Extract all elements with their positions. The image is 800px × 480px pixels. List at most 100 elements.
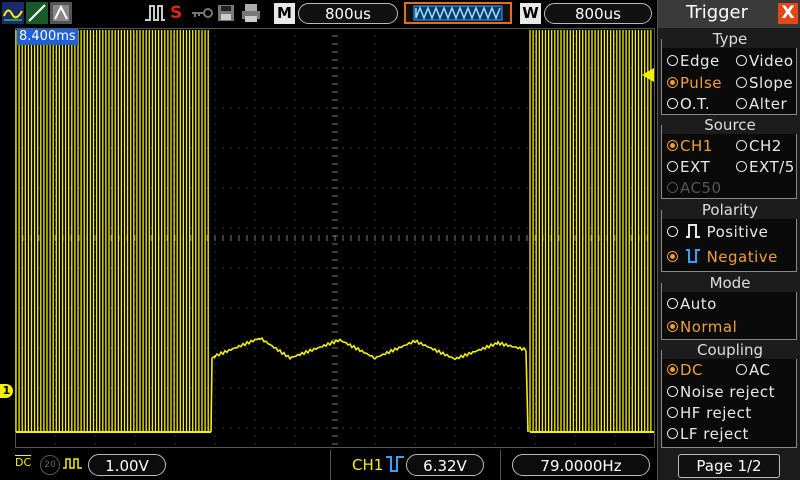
coupling-option-noise-reject[interactable]: Noise reject <box>667 383 775 401</box>
grid-dot <box>94 443 96 445</box>
type-option-ot[interactable]: O.T. <box>667 95 710 113</box>
math-waveform-icon[interactable] <box>2 2 24 24</box>
grid-dot <box>374 443 376 445</box>
grid-dot <box>534 315 536 317</box>
grid-dot <box>630 267 632 269</box>
channel-1-marker[interactable]: 1 <box>0 384 13 398</box>
grid-dot <box>342 147 344 149</box>
grid-dot <box>630 107 632 109</box>
memory-window-icon[interactable] <box>404 2 512 24</box>
source-option-ext[interactable]: EXT <box>667 158 710 176</box>
polarity-option-negative[interactable]: Negative <box>667 248 778 266</box>
grid-dot <box>222 107 224 109</box>
coupling-option-dc[interactable]: DC <box>667 361 703 379</box>
grid-dot <box>414 251 416 253</box>
type-group[interactable]: Type Edge Video Pulse Slope O.T. Alter <box>661 30 798 115</box>
mode-option-auto[interactable]: Auto <box>667 295 717 313</box>
grid-dot <box>366 307 368 309</box>
trigger-time-label: 8.400ms <box>17 29 78 45</box>
grid-dot <box>134 219 136 221</box>
waveform-display[interactable] <box>14 27 655 448</box>
grid-dot <box>574 395 576 397</box>
type-option-slope[interactable]: Slope <box>736 74 793 92</box>
polarity-option-positive[interactable]: Positive <box>667 223 768 241</box>
source-group[interactable]: Source CH1 CH2 EXT EXT/5 AC50 <box>661 116 798 199</box>
fft-icon[interactable] <box>50 2 72 24</box>
option-label: Normal <box>680 318 738 336</box>
grid-dot <box>414 107 416 109</box>
grid-dot <box>614 99 616 101</box>
grid-dot <box>94 219 96 221</box>
type-option-video[interactable]: Video <box>736 52 794 70</box>
option-label: Noise reject <box>680 383 775 401</box>
grid-dot <box>534 259 536 261</box>
page-button[interactable]: Page 1/2 <box>678 454 780 478</box>
ch1-scale[interactable]: 1.00V <box>88 454 166 476</box>
grid-dot <box>494 67 496 69</box>
grid-dot <box>502 67 504 69</box>
source-option-ch2[interactable]: CH2 <box>736 137 782 155</box>
grid-dot <box>494 155 496 157</box>
grid-dot <box>374 83 376 85</box>
grid-dot <box>614 203 616 205</box>
grid-dot <box>54 379 56 381</box>
grid-dot <box>574 147 576 149</box>
grid-dot <box>294 251 296 253</box>
grid-dot <box>342 67 344 69</box>
grid-dot <box>494 75 496 77</box>
grid-dot <box>494 227 496 229</box>
grid-dot <box>54 259 56 261</box>
mode-group[interactable]: Mode Auto Normal <box>661 274 798 340</box>
grid-dot <box>214 195 216 197</box>
grid-dot <box>214 259 216 261</box>
polarity-group[interactable]: Polarity Positive Negative <box>661 201 798 272</box>
grid-dot <box>534 59 536 61</box>
trigger-level-marker[interactable] <box>642 68 654 82</box>
grid-dot <box>494 299 496 301</box>
grid-dot <box>534 371 536 373</box>
grid-dot <box>262 147 264 149</box>
source-option-ch1[interactable]: CH1 <box>667 137 713 155</box>
grid-dot <box>134 347 136 349</box>
grid-dot <box>134 155 136 157</box>
grid-dot <box>254 443 256 445</box>
grid-dot <box>558 267 560 269</box>
grid-dot <box>134 283 136 285</box>
grid-dot <box>454 259 456 261</box>
grid-dot <box>414 147 416 149</box>
grid-dot <box>262 347 264 349</box>
coupling-group[interactable]: Coupling DC AC Noise reject HF reject LF… <box>661 341 798 448</box>
grid-dot <box>286 267 288 269</box>
grid-dot <box>494 203 496 205</box>
grid-dot <box>246 227 248 229</box>
grid-dot <box>494 219 496 221</box>
grid-dot <box>494 307 496 309</box>
coupling-option-hf-reject[interactable]: HF reject <box>667 404 752 422</box>
coupling-option-lf-reject[interactable]: LF reject <box>667 425 749 443</box>
timebase-value[interactable]: 800us <box>298 3 398 24</box>
type-option-pulse[interactable]: Pulse <box>667 74 722 92</box>
save-icon[interactable] <box>216 2 236 24</box>
ref-waveform-icon[interactable] <box>26 2 48 24</box>
trigger-level[interactable]: 6.32V <box>406 454 484 476</box>
grid-dot <box>414 443 416 445</box>
grid-dot <box>190 267 192 269</box>
print-icon[interactable] <box>240 2 262 24</box>
close-button[interactable]: X <box>778 3 798 24</box>
grid-dot <box>214 155 216 157</box>
grid-dot <box>574 275 576 277</box>
coupling-option-ac[interactable]: AC <box>736 361 770 379</box>
grid-dot <box>574 331 576 333</box>
mode-option-normal[interactable]: Normal <box>667 318 737 336</box>
grid-dot <box>294 291 296 293</box>
source-option-ext5[interactable]: EXT/5 <box>736 158 795 176</box>
grid-dot <box>382 427 384 429</box>
type-option-edge[interactable]: Edge <box>667 52 720 70</box>
grid-dot <box>214 275 216 277</box>
grid-dot <box>310 67 312 69</box>
window-value[interactable]: 800us <box>544 3 652 24</box>
grid-dot <box>134 43 136 45</box>
grid-dot <box>414 67 416 69</box>
type-option-alter[interactable]: Alter <box>736 95 787 113</box>
grid-dot <box>374 283 376 285</box>
